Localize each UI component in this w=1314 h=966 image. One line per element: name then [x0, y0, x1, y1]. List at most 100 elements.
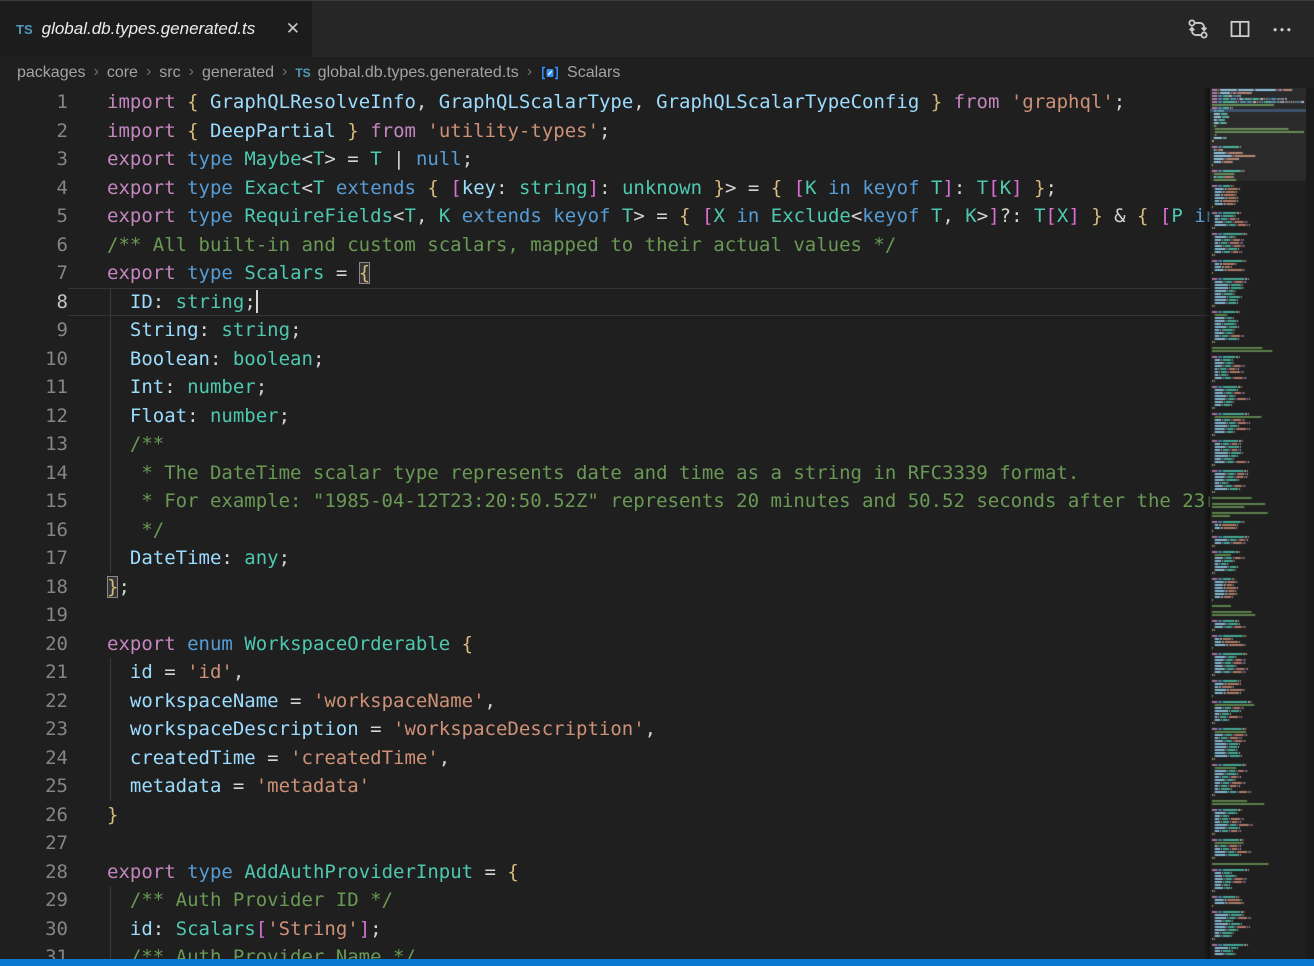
status-bar	[0, 959, 1314, 966]
chevron-right-icon: ›	[146, 63, 151, 81]
code-line[interactable]: 8 ID: string;	[0, 288, 1210, 317]
code-line[interactable]: 15 * For example: "1985-04-12T23:20:50.5…	[0, 487, 1210, 516]
code-line[interactable]: 19	[0, 601, 1210, 630]
code-line[interactable]: 28export type AddAuthProviderInput = {	[0, 858, 1210, 887]
code-line[interactable]: 22 workspaceName = 'workspaceName',	[0, 687, 1210, 716]
code-text	[68, 829, 1210, 858]
code-line[interactable]: 27	[0, 829, 1210, 858]
chevron-right-icon: ›	[527, 63, 532, 81]
code-line[interactable]: 16 */	[0, 516, 1210, 545]
breadcrumb-label: packages	[17, 64, 86, 82]
code-line[interactable]: 23 workspaceDescription = 'workspaceDesc…	[0, 715, 1210, 744]
code-line[interactable]: 31 /** Auth Provider Name */	[0, 943, 1210, 959]
code-line[interactable]: 4export type Exact<T extends { [key: str…	[0, 174, 1210, 203]
code-line[interactable]: 1import { GraphQLResolveInfo, GraphQLSca…	[0, 88, 1210, 117]
code-text: id: Scalars['String'];	[68, 915, 1210, 944]
chevron-right-icon: ›	[189, 63, 194, 81]
breadcrumb-item-global-db-types-generated-ts[interactable]: TSglobal.db.types.generated.ts	[295, 64, 518, 82]
code-line[interactable]: 20export enum WorkspaceOrderable {	[0, 630, 1210, 659]
code-text: Float: number;	[68, 402, 1210, 431]
breadcrumb-item-core[interactable]: core	[107, 64, 138, 82]
code-line[interactable]: 14 * The DateTime scalar type represents…	[0, 459, 1210, 488]
line-number: 7	[0, 259, 68, 288]
code-line[interactable]: 7export type Scalars = {	[0, 259, 1210, 288]
code-text: ID: string;	[68, 288, 1210, 317]
code-lines: 1import { GraphQLResolveInfo, GraphQLSca…	[0, 88, 1210, 959]
code-text: export type RequireFields<T, K extends k…	[68, 202, 1210, 231]
code-text: Boolean: boolean;	[68, 345, 1210, 374]
line-number: 9	[0, 316, 68, 345]
ellipsis-icon	[1271, 18, 1293, 40]
code-line[interactable]: 11 Int: number;	[0, 373, 1210, 402]
code-line[interactable]: 18};	[0, 573, 1210, 602]
editor-actions	[1184, 1, 1314, 57]
line-number: 20	[0, 630, 68, 659]
code-line[interactable]: 13 /**	[0, 430, 1210, 459]
line-number: 2	[0, 117, 68, 146]
code-line[interactable]: 9 String: string;	[0, 316, 1210, 345]
breadcrumb-label: src	[159, 64, 180, 82]
code-line[interactable]: 26}	[0, 801, 1210, 830]
line-number: 11	[0, 373, 68, 402]
breadcrumb-item-packages[interactable]: packages	[17, 64, 86, 82]
overview-ruler	[1306, 88, 1314, 959]
code-text: import { GraphQLResolveInfo, GraphQLScal…	[68, 88, 1210, 117]
line-number: 5	[0, 202, 68, 231]
code-line[interactable]: 10 Boolean: boolean;	[0, 345, 1210, 374]
line-number: 27	[0, 829, 68, 858]
breadcrumb-item-src[interactable]: src	[159, 64, 180, 82]
code-line[interactable]: 5export type RequireFields<T, K extends …	[0, 202, 1210, 231]
line-number: 16	[0, 516, 68, 545]
code-text: Int: number;	[68, 373, 1210, 402]
line-number: 24	[0, 744, 68, 773]
code-line[interactable]: 29 /** Auth Provider ID */	[0, 886, 1210, 915]
split-editor-button[interactable]	[1226, 15, 1254, 43]
breadcrumb-label: generated	[202, 64, 274, 82]
code-line[interactable]: 24 createdTime = 'createdTime',	[0, 744, 1210, 773]
code-editor[interactable]: 1import { GraphQLResolveInfo, GraphQLSca…	[0, 88, 1314, 959]
code-text: * For example: "1985-04-12T23:20:50.52Z"…	[68, 487, 1210, 516]
line-number: 22	[0, 687, 68, 716]
breadcrumb-item-generated[interactable]: generated	[202, 64, 274, 82]
tab-label: global.db.types.generated.ts	[42, 19, 256, 39]
vscode-window: TS global.db.types.generated.ts ✕	[0, 0, 1314, 966]
code-text: export type Scalars = {	[68, 259, 1210, 288]
symbol-type-icon	[540, 65, 560, 81]
line-number: 3	[0, 145, 68, 174]
chevron-right-icon: ›	[282, 63, 287, 81]
breadcrumb-item-scalars[interactable]: Scalars	[540, 64, 620, 82]
breadcrumb-label: global.db.types.generated.ts	[318, 64, 519, 82]
code-text: export type Maybe<T> = T | null;	[68, 145, 1210, 174]
code-text: };	[68, 573, 1210, 602]
line-number: 21	[0, 658, 68, 687]
line-number: 23	[0, 715, 68, 744]
more-actions-button[interactable]	[1268, 15, 1296, 43]
code-text: export type AddAuthProviderInput = {	[68, 858, 1210, 887]
line-number: 14	[0, 459, 68, 488]
code-line[interactable]: 12 Float: number;	[0, 402, 1210, 431]
close-tab-icon[interactable]: ✕	[272, 19, 300, 39]
typescript-file-icon: TS	[16, 22, 33, 37]
code-line[interactable]: 3export type Maybe<T> = T | null;	[0, 145, 1210, 174]
compare-changes-icon	[1187, 18, 1209, 40]
code-text: export type Exact<T extends { [key: stri…	[68, 174, 1210, 203]
text-cursor	[256, 290, 258, 313]
breadcrumb: packages › core › src › generated › TSglobal.db.…	[0, 57, 1314, 88]
minimap[interactable]	[1210, 88, 1314, 959]
code-line[interactable]: 17 DateTime: any;	[0, 544, 1210, 573]
line-number: 4	[0, 174, 68, 203]
code-line[interactable]: 25 metadata = 'metadata'	[0, 772, 1210, 801]
breadcrumb-label: core	[107, 64, 138, 82]
code-text	[68, 601, 1210, 630]
code-line[interactable]: 30 id: Scalars['String'];	[0, 915, 1210, 944]
open-changes-button[interactable]	[1184, 15, 1212, 43]
line-number: 18	[0, 573, 68, 602]
code-line[interactable]: 2import { DeepPartial } from 'utility-ty…	[0, 117, 1210, 146]
line-number: 6	[0, 231, 68, 260]
line-number: 8	[0, 288, 68, 317]
minimap-canvas	[1210, 88, 1306, 959]
line-number: 10	[0, 345, 68, 374]
tab-global-db-types-generated-ts[interactable]: TS global.db.types.generated.ts ✕	[0, 1, 312, 57]
code-line[interactable]: 6/** All built-in and custom scalars, ma…	[0, 231, 1210, 260]
code-line[interactable]: 21 id = 'id',	[0, 658, 1210, 687]
